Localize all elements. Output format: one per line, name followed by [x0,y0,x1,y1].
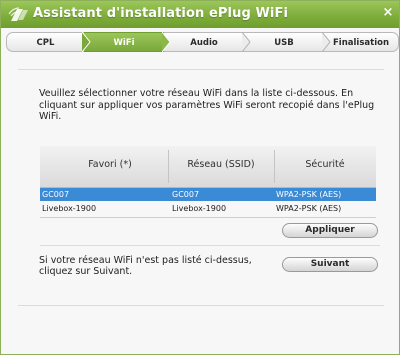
step-finalisation[interactable]: Finalisation [324,32,399,52]
not-listed-note: Si votre réseau WiFi n'est pas listé ci-… [39,255,252,277]
cell-security: WPA2-PSK (AES) [276,204,342,213]
installer-window: Assistant d'installation ePlug WiFi × CP… [0,0,400,355]
step-audio[interactable]: Audio [164,32,244,52]
step-usb[interactable]: USB [244,32,324,52]
intro-text: Veuillez sélectionner votre réseau WiFi … [39,88,375,122]
chevron-right-icon [162,32,171,52]
table-row[interactable]: GC007 GC007 WPA2-PSK (AES) [40,188,376,201]
step-cpl[interactable]: CPL [6,32,84,52]
step-navigation: CPL WiFi Audio USB Finalisation [6,32,399,52]
eplug-wifi-logo-icon [8,7,28,21]
next-button[interactable]: Suivant [282,257,378,272]
chevron-right-icon [242,32,251,52]
cell-ssid: GC007 [172,190,200,199]
title-bar: Assistant d'installation ePlug WiFi × [1,1,399,28]
chevron-right-icon [322,32,331,52]
step-wifi[interactable]: WiFi [84,32,164,52]
divider [40,245,380,246]
cell-favori: Livebox-1900 [42,204,97,213]
header-ssid[interactable]: Réseau (SSID) [168,159,274,170]
header-security[interactable]: Sécurité [274,159,376,170]
chevron-right-icon [82,32,91,52]
header-favori[interactable]: Favori (*) [40,159,180,170]
table-bottom-border [40,217,376,218]
close-icon[interactable]: × [381,5,395,21]
window-title: Assistant d'installation ePlug WiFi [33,6,289,21]
divider [18,69,384,70]
cell-favori: GC007 [42,190,70,199]
cell-security: WPA2-PSK (AES) [276,190,342,199]
apply-button[interactable]: Appliquer [282,223,378,238]
divider [18,305,384,306]
cell-ssid: Livebox-1900 [172,204,227,213]
table-row[interactable]: Livebox-1900 Livebox-1900 WPA2-PSK (AES) [40,202,376,215]
network-table-header: Favori (*) Réseau (SSID) Sécurité [40,146,376,188]
